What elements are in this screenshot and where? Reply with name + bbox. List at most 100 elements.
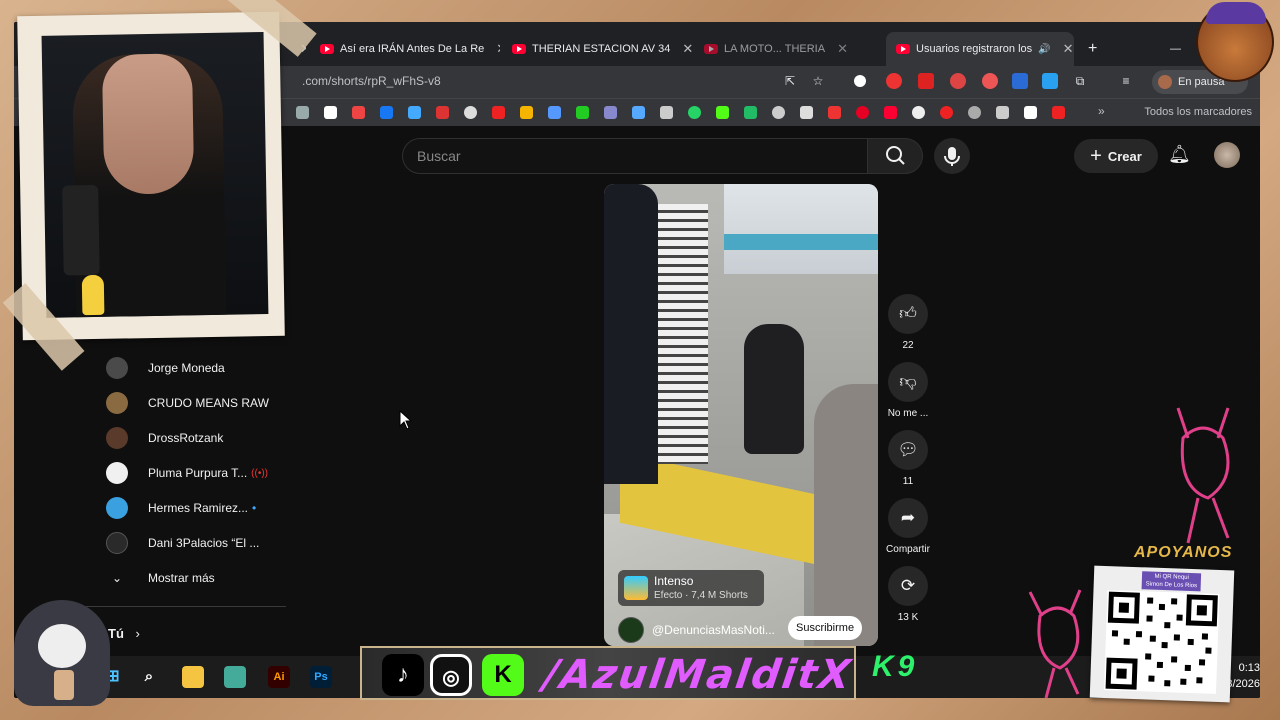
- tab-therian-estacion[interactable]: THERIAN ESTACION AV 34 ✕: [502, 32, 692, 66]
- bookmark-icon[interactable]: [408, 106, 421, 119]
- bookmark-icon[interactable]: [436, 106, 449, 119]
- install-app-icon[interactable]: ⇱: [782, 73, 798, 89]
- facebook-icon[interactable]: [380, 106, 393, 119]
- youtube-bookmark-icon[interactable]: [884, 106, 897, 119]
- show-more-button[interactable]: ⌄ Mostrar más: [106, 561, 302, 595]
- avatar: [106, 462, 128, 484]
- extension-icon[interactable]: [854, 75, 866, 87]
- new-tab-button[interactable]: +: [1078, 32, 1106, 66]
- thumbs-down-icon[interactable]: 👎︎: [888, 362, 928, 402]
- tiktok-icon: ♪: [382, 654, 424, 696]
- bookmark-icon[interactable]: [996, 106, 1009, 119]
- subscription-item[interactable]: CRUDO MEANS RAW: [106, 386, 302, 420]
- all-bookmarks-link[interactable]: Todos los marcadores: [1144, 106, 1252, 118]
- tab-la-moto[interactable]: LA MOTO... THERIA ✕: [694, 32, 884, 66]
- extension-icon[interactable]: [950, 73, 966, 89]
- bookmark-icon[interactable]: [632, 106, 645, 119]
- subscription-item[interactable]: Jorge Moneda: [106, 351, 302, 385]
- channel-avatar: [618, 617, 644, 643]
- close-icon[interactable]: ✕: [682, 41, 692, 57]
- subscription-item[interactable]: Hermes Ramirez... •: [106, 491, 302, 525]
- share-action[interactable]: ➦ Compartir: [880, 498, 936, 555]
- subscription-item[interactable]: DrossRotzank: [106, 421, 302, 455]
- search-button[interactable]: [867, 138, 923, 174]
- speaker-icon: 🔊: [1038, 43, 1051, 55]
- comments-action[interactable]: 💬︎ 11: [886, 430, 930, 487]
- close-icon[interactable]: ✕: [1063, 41, 1074, 57]
- bookmark-icon[interactable]: [968, 106, 981, 119]
- file-explorer-icon[interactable]: [182, 666, 204, 688]
- close-icon[interactable]: ✕: [496, 41, 500, 57]
- dislike-action[interactable]: 👎︎ No me ...: [886, 362, 930, 419]
- chrome-icon[interactable]: [224, 666, 246, 688]
- star-icon[interactable]: ☆: [810, 73, 826, 89]
- like-count: 22: [902, 340, 914, 351]
- system-clock[interactable]: 0:13 3/2026: [1226, 660, 1260, 692]
- pinterest-icon[interactable]: [856, 106, 869, 119]
- more-bookmarks-icon[interactable]: »: [1098, 104, 1105, 118]
- youtube-icon: [512, 44, 526, 54]
- bookmark-icon[interactable]: [352, 106, 365, 119]
- create-button[interactable]: + Crear: [1074, 139, 1158, 173]
- voice-search-button[interactable]: [934, 138, 970, 174]
- translate-icon[interactable]: [1012, 73, 1028, 89]
- bookmark-icon[interactable]: [1052, 106, 1065, 119]
- like-action[interactable]: 👍︎ 22: [886, 294, 930, 351]
- bookmark-icon[interactable]: [800, 106, 813, 119]
- bookmark-icon[interactable]: [520, 106, 533, 119]
- bookmark-icon[interactable]: [744, 106, 757, 119]
- extension-icon[interactable]: [918, 73, 934, 89]
- cloud-icon[interactable]: [1042, 73, 1058, 89]
- bookmark-icon[interactable]: [576, 106, 589, 119]
- thumbs-up-icon[interactable]: 👍︎: [888, 294, 928, 334]
- kick-icon[interactable]: [716, 106, 729, 119]
- bookmark-icon[interactable]: [772, 106, 785, 119]
- bookmark-icon[interactable]: [604, 106, 617, 119]
- you-section-link[interactable]: Tú ›: [108, 626, 140, 641]
- tab-iran[interactable]: Así era IRÁN Antes De La Re ✕: [310, 32, 500, 66]
- bookmark-icon[interactable]: [940, 106, 953, 119]
- puzzle-icon[interactable]: ⧉: [1072, 73, 1088, 89]
- tab-label: Así era IRÁN Antes De La Re: [340, 43, 485, 55]
- effect-badge[interactable]: Intenso Efecto · 7,4 M Shorts: [618, 570, 764, 606]
- video-person-figure: [744, 324, 804, 454]
- subscription-name: Dani 3Palacios “El ...: [148, 536, 260, 550]
- extension-icon[interactable]: [982, 73, 998, 89]
- remix-icon[interactable]: ⟳: [888, 566, 928, 606]
- webcam-feed: [41, 32, 269, 318]
- subscription-item[interactable]: Dani 3Palacios “El ...: [106, 526, 302, 560]
- bookmark-icon[interactable]: [464, 106, 477, 119]
- avatar: [1158, 75, 1172, 89]
- illustrator-icon[interactable]: Ai: [268, 666, 290, 688]
- subscription-item[interactable]: Pluma Purpura T... ((•)): [106, 456, 302, 490]
- bookmark-icon[interactable]: [324, 106, 337, 119]
- url-field[interactable]: .com/shorts/rpR_wFhS-v8: [302, 74, 441, 88]
- media-control-icon[interactable]: ≡: [1118, 73, 1134, 89]
- stream-frame: ✕ Así era IRÁN Antes De La Re ✕ THERIAN …: [0, 0, 1280, 720]
- search-input[interactable]: Buscar: [402, 138, 868, 174]
- bookmark-icon[interactable]: [548, 106, 561, 119]
- share-icon[interactable]: ➦: [888, 498, 928, 538]
- whatsapp-icon[interactable]: [688, 106, 701, 119]
- bookmark-icon[interactable]: [1024, 106, 1037, 119]
- photoshop-icon[interactable]: Ps: [310, 666, 332, 688]
- extension-icon[interactable]: [886, 73, 902, 89]
- tab-usuarios-registraron[interactable]: Usuarios registraron los 🔊 ✕: [886, 32, 1074, 66]
- bookmark-icon[interactable]: [492, 106, 505, 119]
- account-avatar[interactable]: [1214, 142, 1240, 168]
- close-icon[interactable]: ✕: [837, 41, 848, 57]
- bookmark-icon[interactable]: [828, 106, 841, 119]
- bookmark-icon[interactable]: [912, 106, 925, 119]
- bookmark-icon[interactable]: [660, 106, 673, 119]
- you-label: Tú: [108, 626, 124, 641]
- notifications-bell-icon[interactable]: 🔔︎: [1168, 144, 1191, 165]
- minimize-button[interactable]: —: [1160, 32, 1188, 66]
- subscribe-button[interactable]: Suscribirme: [788, 616, 863, 640]
- balloon-icon: [624, 576, 648, 600]
- qr-caption: Mi QR Nequi Simon De Los Rios: [1141, 571, 1202, 592]
- remix-action[interactable]: ⟳ 13 K: [886, 566, 930, 623]
- search-icon[interactable]: ⌕: [138, 666, 160, 688]
- bookmark-icon[interactable]: [296, 106, 309, 119]
- comment-icon[interactable]: 💬︎: [888, 430, 928, 470]
- video-railing: [724, 234, 878, 250]
